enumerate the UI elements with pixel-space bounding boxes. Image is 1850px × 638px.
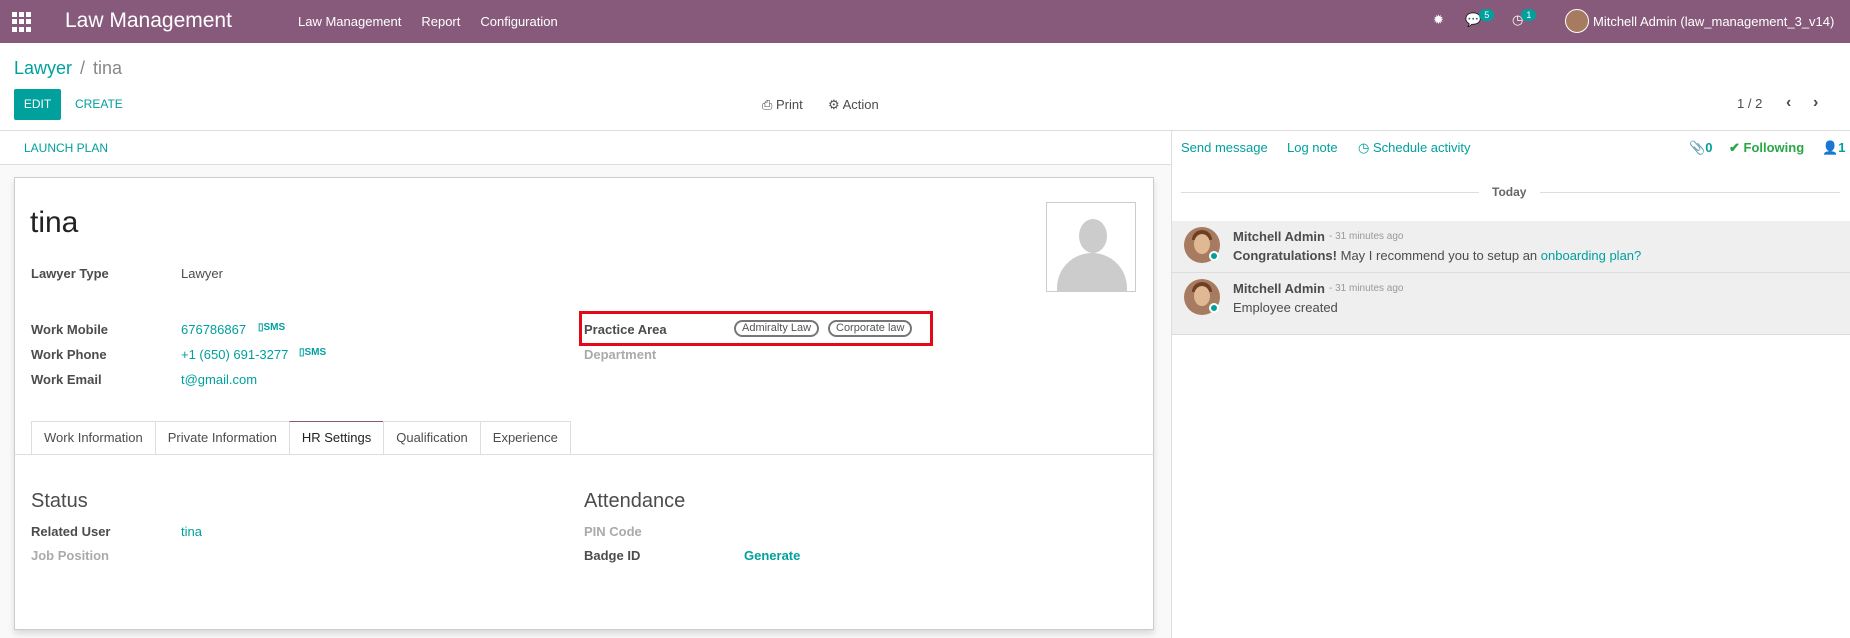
app-brand[interactable]: Law Management (65, 9, 232, 33)
print-menu[interactable]: ⎙ Print (762, 97, 803, 113)
menu-item-law-management[interactable]: Law Management (298, 14, 401, 29)
tab-qualification[interactable]: Qualification (383, 421, 480, 455)
message-body: Employee created (1233, 300, 1338, 315)
followers-count: 1 (1838, 140, 1846, 155)
breadcrumb-separator: / (80, 58, 86, 78)
work-phone-value[interactable]: +1 (650) 691-3277 (181, 347, 288, 362)
related-user-label: Related User (31, 524, 111, 539)
lawyer-type-label: Lawyer Type (31, 266, 109, 281)
pager-next-icon[interactable]: › (1813, 94, 1818, 112)
message-author[interactable]: Mitchell Admin (1233, 281, 1325, 296)
work-phone-label: Work Phone (31, 347, 107, 362)
message-author[interactable]: Mitchell Admin (1233, 229, 1325, 244)
gear-icon: ⚙ (828, 97, 843, 112)
pager-value[interactable]: 1 / 2 (1737, 96, 1762, 111)
tab-private-information[interactable]: Private Information (154, 421, 289, 455)
online-status-icon (1209, 303, 1219, 313)
activities-count-badge: 1 (1521, 9, 1537, 21)
practice-area-label: Practice Area (584, 322, 667, 337)
launch-plan-button[interactable]: LAUNCH PLAN (24, 141, 108, 155)
practice-area-tag[interactable]: Admiralty Law (734, 320, 820, 337)
work-mobile-sms-button[interactable]: ▯SMS (258, 322, 285, 333)
form-statusbar (0, 131, 1171, 165)
tab-experience[interactable]: Experience (479, 421, 571, 455)
create-button[interactable]: CREATE (75, 97, 123, 111)
send-message-button[interactable]: Send message (1181, 140, 1268, 155)
employee-name[interactable]: tina (30, 206, 78, 240)
print-label: Print (776, 97, 803, 112)
work-mobile-value[interactable]: 676786867 (181, 322, 246, 337)
person-icon: 👤 (1822, 140, 1839, 155)
online-status-icon (1209, 251, 1219, 261)
printer-icon: ⎙ (762, 97, 777, 112)
today-divider-left (1181, 192, 1479, 193)
breadcrumb-current: tina (93, 58, 123, 78)
avatar-placeholder-body (1057, 253, 1127, 291)
message-time: - 31 minutes ago (1329, 283, 1404, 294)
user-avatar[interactable] (1565, 9, 1589, 33)
employee-photo[interactable] (1046, 202, 1136, 292)
work-email-label: Work Email (31, 372, 102, 387)
job-position-label: Job Position (31, 548, 109, 563)
badge-id-label: Badge ID (584, 548, 641, 563)
schedule-activity-label: Schedule activity (1372, 140, 1471, 155)
schedule-activity-button[interactable]: ◷ Schedule activity (1358, 140, 1471, 156)
check-icon: ✔ (1729, 140, 1744, 155)
messages-count-badge: 5 (1479, 9, 1495, 21)
user-menu[interactable]: Mitchell Admin (law_management_3_v14) (1593, 14, 1834, 29)
message-body: Congratulations! May I recommend you to … (1233, 248, 1641, 263)
main-menu: Law Management Report Configuration (298, 14, 558, 29)
pager-previous-icon[interactable]: ‹ (1786, 94, 1791, 112)
action-menu[interactable]: ⚙ Action (828, 97, 879, 113)
breadcrumb-lawyer[interactable]: Lawyer (14, 58, 72, 78)
sms-label: SMS (263, 322, 286, 333)
breadcrumb: Lawyer / tina (14, 58, 122, 79)
attachments-count: 0 (1705, 140, 1713, 155)
tab-work-information[interactable]: Work Information (31, 421, 155, 455)
attachments-button[interactable]: 📎0 (1689, 140, 1712, 156)
sms-label: SMS (304, 347, 327, 358)
activities-button[interactable]: ◷ 1 (1512, 9, 1538, 28)
status-section-title: Status (31, 490, 88, 512)
onboarding-plan-link[interactable]: onboarding plan? (1541, 248, 1641, 263)
apps-menu-icon[interactable] (12, 12, 32, 32)
debug-bug-icon[interactable]: ✹ (1433, 12, 1444, 28)
following-label: Following (1743, 140, 1805, 155)
today-divider-right (1540, 192, 1840, 193)
lawyer-type-value[interactable]: Lawyer (181, 266, 223, 281)
edit-button[interactable]: EDIT (14, 89, 61, 120)
attendance-section-title: Attendance (584, 490, 686, 512)
today-separator: Today (1492, 185, 1527, 199)
following-button[interactable]: ✔ Following (1729, 140, 1804, 156)
log-note-button[interactable]: Log note (1287, 140, 1338, 155)
related-user-value[interactable]: tina (181, 524, 202, 539)
chatter-divider (1171, 131, 1172, 638)
work-phone-sms-button[interactable]: ▯SMS (299, 347, 326, 358)
followers-button[interactable]: 👤1 (1822, 140, 1845, 156)
messaging-button[interactable]: 💬 5 (1465, 9, 1496, 28)
paperclip-icon: 📎 (1689, 140, 1706, 155)
tab-hr-settings[interactable]: HR Settings (288, 421, 384, 455)
message-emphasis: Congratulations! (1233, 248, 1337, 263)
avatar-placeholder-head (1079, 219, 1107, 253)
menu-item-report[interactable]: Report (421, 14, 460, 29)
tabs-divider (14, 454, 1154, 455)
top-navbar: Law Management Law Management Report Con… (0, 0, 1850, 43)
practice-area-tag[interactable]: Corporate law (828, 320, 913, 337)
department-label: Department (584, 347, 657, 362)
pin-code-label: PIN Code (584, 524, 642, 539)
work-email-value[interactable]: t@gmail.com (181, 372, 257, 387)
form-tabs: Work Information Private Information HR … (31, 421, 571, 455)
clock-icon: ◷ (1358, 140, 1373, 155)
work-mobile-label: Work Mobile (31, 322, 109, 337)
menu-item-configuration[interactable]: Configuration (480, 14, 557, 29)
message-time: - 31 minutes ago (1329, 231, 1404, 242)
generate-badge-button[interactable]: Generate (744, 548, 800, 563)
message-text: May I recommend you to setup an (1337, 248, 1541, 263)
action-label: Action (842, 97, 879, 112)
